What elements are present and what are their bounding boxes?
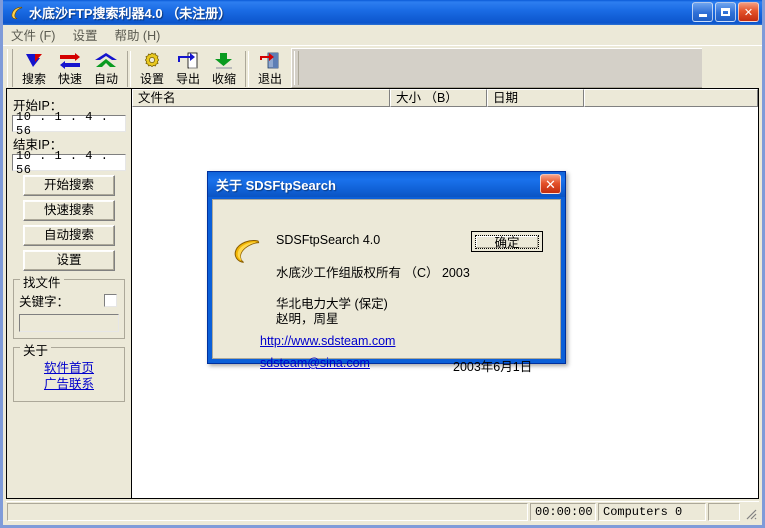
column-header-filename[interactable]: 文件名 — [132, 89, 390, 107]
menu-file[interactable]: 文件 (F) — [9, 24, 63, 45]
toolbar-exit-label: 退出 — [257, 72, 282, 86]
keyword-input[interactable] — [19, 314, 119, 332]
title-bar: 水底沙FTP搜索利器4.0 （未注册） ✕ — [3, 0, 762, 25]
close-button[interactable]: ✕ — [738, 2, 759, 22]
about-email-link[interactable]: sdsteam@sina.com — [260, 356, 370, 370]
main-toolbar: 搜索 快速 自动 设置 导出 收缩 退出 — [3, 47, 289, 89]
auto-search-button[interactable]: 自动搜索 — [23, 225, 115, 246]
toolbar-tail-area — [702, 47, 762, 89]
column-header-date[interactable]: 日期 — [487, 89, 584, 107]
toolbar-search-label: 搜索 — [21, 72, 46, 86]
gear-icon — [142, 51, 162, 71]
status-timer-pane: 00:00:00 — [530, 503, 596, 521]
toolbar-collapse-button[interactable]: 收缩 — [206, 49, 242, 89]
about-website-link[interactable]: http://www.sdsteam.com — [260, 334, 395, 348]
status-extra-pane — [708, 503, 740, 521]
toolbar-empty-band — [291, 48, 702, 88]
menu-settings[interactable]: 设置 — [70, 24, 105, 45]
rebar-grip[interactable] — [294, 51, 299, 85]
keyword-row: 关键字： — [19, 291, 119, 310]
window-controls: ✕ — [692, 2, 759, 22]
search-sidebar: 开始IP： 10 . 1 . 4 . 56 结束IP： 10 . 1 . 4 .… — [6, 88, 132, 499]
minimize-button[interactable] — [692, 2, 713, 22]
menu-bar: 文件 (F) 设置 帮助 (H) — [3, 25, 762, 45]
about-dialog-body: SDSFtpSearch 4.0 水底沙工作组版权所有 （C） 2003 华北电… — [212, 199, 561, 374]
toolbar-exit-button[interactable]: 退出 — [252, 49, 288, 89]
keyword-label: 关键字： — [19, 295, 70, 309]
about-ok-button[interactable]: 确定 — [471, 231, 543, 252]
toolbar-export-label: 导出 — [175, 72, 200, 86]
toolbar-settings-button[interactable]: 设置 — [134, 49, 170, 89]
up-chevrons-icon — [94, 51, 118, 71]
status-computers-pane: Computers 0 — [598, 503, 706, 521]
toolbar-row: 搜索 快速 自动 设置 导出 收缩 退出 — [3, 45, 762, 89]
toolbar-auto-label: 自动 — [93, 72, 118, 86]
settings-button[interactable]: 设置 — [23, 250, 115, 271]
search-down-arrow-icon — [23, 51, 45, 71]
start-ip-input[interactable]: 10 . 1 . 4 . 56 — [12, 110, 126, 138]
toolbar-settings-label: 设置 — [139, 72, 164, 86]
quick-search-button[interactable]: 快速搜索 — [23, 200, 115, 221]
about-product-line: SDSFtpSearch 4.0 — [276, 233, 381, 247]
status-bar: 00:00:00 Computers 0 — [6, 501, 759, 522]
about-dialog: 关于 SDSFtpSearch ✕ SDSFtpSearch 4.0 水底沙工作… — [207, 171, 566, 374]
download-arrow-icon — [213, 51, 235, 71]
toolbar-collapse-label: 收缩 — [211, 72, 236, 86]
start-search-button[interactable]: 开始搜索 — [23, 175, 115, 196]
find-file-group: 找文件 关键字： — [13, 272, 125, 339]
about-copyright-line: 水底沙工作组版权所有 （C） 2003 — [276, 266, 470, 280]
toolbar-auto-button[interactable]: 自动 — [88, 49, 124, 89]
about-group-title: 关于 — [20, 340, 52, 359]
column-header-blank[interactable] — [584, 89, 758, 107]
about-authors-line: 赵明，周星 — [276, 312, 339, 326]
column-header-size[interactable]: 大小 （B） — [390, 89, 487, 107]
about-dialog-title: 关于 SDSFtpSearch — [216, 178, 336, 193]
about-group: 关于 软件首页 广告联系 — [13, 340, 125, 402]
about-date-line: 2003年6月1日 — [453, 360, 533, 374]
double-arrow-icon — [58, 51, 82, 71]
advertising-link[interactable]: 广告联系 — [19, 376, 119, 392]
find-file-group-title: 找文件 — [20, 272, 64, 291]
status-message-pane — [7, 503, 528, 521]
toolbar-export-button[interactable]: 导出 — [170, 49, 206, 89]
about-ok-label: 确定 — [475, 234, 539, 250]
application-window: 水底沙FTP搜索利器4.0 （未注册） ✕ 文件 (F) 设置 帮助 (H) 搜… — [0, 0, 765, 528]
toolbar-separator-1 — [127, 51, 131, 87]
menu-help[interactable]: 帮助 (H) — [112, 24, 168, 45]
maximize-button[interactable] — [715, 2, 736, 22]
about-dialog-title-bar: 关于 SDSFtpSearch ✕ — [208, 172, 565, 197]
end-ip-input[interactable]: 10 . 1 . 4 . 56 — [12, 149, 126, 177]
toolbar-quick-label: 快速 — [57, 72, 82, 86]
moon-icon — [8, 4, 25, 21]
about-dialog-close-button[interactable]: ✕ — [540, 174, 561, 194]
keyword-checkbox[interactable] — [104, 294, 117, 307]
window-title: 水底沙FTP搜索利器4.0 （未注册） — [29, 6, 232, 21]
resize-grip-icon[interactable] — [742, 503, 758, 521]
toolbar-search-button[interactable]: 搜索 — [16, 49, 52, 89]
toolbar-grip[interactable] — [7, 49, 13, 87]
crescent-moon-icon — [231, 237, 263, 267]
export-page-icon — [177, 51, 199, 71]
listview-header: 文件名 大小 （B） 日期 — [132, 89, 758, 107]
toolbar-quick-button[interactable]: 快速 — [52, 49, 88, 89]
toolbar-separator-2 — [245, 51, 249, 87]
homepage-link[interactable]: 软件首页 — [19, 360, 119, 376]
exit-door-icon — [259, 51, 281, 71]
